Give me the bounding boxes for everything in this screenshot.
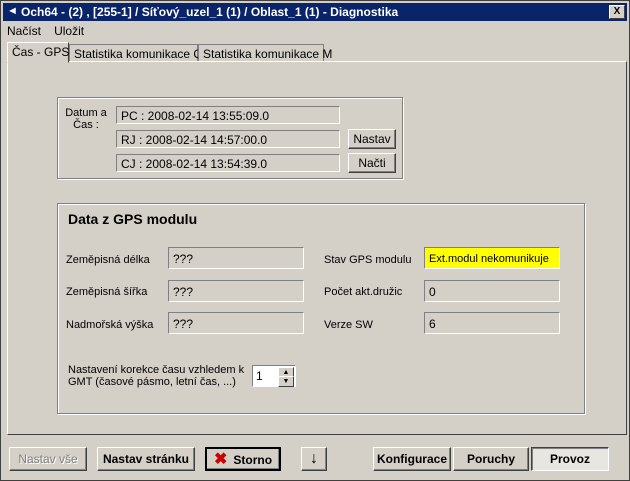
- altitude-field: ???: [168, 312, 304, 334]
- cj-time-field: CJ : 2008-02-14 13:54:39.0: [116, 154, 340, 172]
- cancel-button[interactable]: ✖ Storno: [205, 447, 281, 471]
- operation-button[interactable]: Provoz: [531, 447, 609, 471]
- latitude-field: ???: [168, 280, 304, 302]
- gmt-correction-value: 1: [256, 369, 263, 383]
- tab-page: Datum a Čas : PC : 2008-02-14 13:55:09.0…: [7, 61, 627, 435]
- close-button[interactable]: X: [609, 5, 625, 19]
- load-time-button[interactable]: Načti: [348, 153, 396, 173]
- title-bar[interactable]: ◄ Och64 - (2) , [255-1] / Síťový_uzel_1 …: [3, 3, 627, 21]
- pc-time-field: PC : 2008-02-14 13:55:09.0: [116, 106, 340, 124]
- menu-item-save[interactable]: Uložit: [54, 24, 84, 38]
- longitude-field: ???: [168, 247, 304, 269]
- set-all-button[interactable]: Nastav vše: [9, 447, 87, 471]
- diagnostics-window: ◄ Och64 - (2) , [255-1] / Síťový_uzel_1 …: [0, 0, 630, 481]
- time-group: Datum a Čas : PC : 2008-02-14 13:55:09.0…: [57, 97, 403, 179]
- satellites-label: Počet akt.družic: [324, 286, 403, 298]
- gmt-correction-label: Nastavení korekce času vzhledem k GMT (č…: [68, 364, 245, 388]
- longitude-label: Zeměpisná délka: [66, 254, 150, 266]
- tab-time-gps[interactable]: Čas - GPS: [7, 42, 69, 63]
- tab-statistics-q[interactable]: Statistika komunikace Q: [69, 44, 203, 61]
- latitude-label: Zeměpisná šířka: [66, 286, 148, 298]
- down-arrow-button[interactable]: ↓: [301, 447, 327, 471]
- bottom-toolbar: Nastav vše Nastav stránku ✖ Storno ↓ Konf…: [3, 438, 627, 478]
- sw-version-label: Verze SW: [324, 319, 373, 331]
- time-label: Datum a Čas :: [65, 107, 107, 131]
- gps-status-label: Stav GPS modulu: [324, 254, 412, 266]
- gps-group: Data z GPS modulu Zeměpisná délka ??? Ze…: [57, 203, 585, 414]
- tab-statistics-m[interactable]: Statistika komunikace M: [198, 44, 332, 61]
- menu-item-load[interactable]: Načíst: [7, 24, 41, 38]
- gmt-correction-spinner[interactable]: 1 ▲ ▼: [252, 365, 296, 387]
- spin-down-icon[interactable]: ▼: [278, 376, 294, 387]
- rj-time-field: RJ : 2008-02-14 14:57:00.0: [116, 130, 340, 148]
- gps-status-field: Ext.modul nekomunikuje: [424, 247, 560, 269]
- set-page-button[interactable]: Nastav stránku: [97, 447, 195, 471]
- cancel-button-label: Storno: [233, 453, 273, 467]
- altitude-label: Nadmořská výška: [66, 319, 154, 331]
- set-time-button[interactable]: Nastav: [348, 129, 396, 149]
- menu-bar: Načíst Uložit: [7, 24, 94, 40]
- configuration-button[interactable]: Konfigurace: [373, 447, 451, 471]
- satellites-field: 0: [424, 280, 560, 302]
- cancel-x-icon: ✖: [213, 451, 228, 468]
- window-title: Och64 - (2) , [255-1] / Síťový_uzel_1 (1…: [21, 5, 399, 19]
- sw-version-field: 6: [424, 312, 560, 334]
- faults-button[interactable]: Poruchy: [453, 447, 529, 471]
- gps-group-title: Data z GPS modulu: [68, 211, 198, 227]
- back-arrow-icon: ◄: [7, 5, 18, 17]
